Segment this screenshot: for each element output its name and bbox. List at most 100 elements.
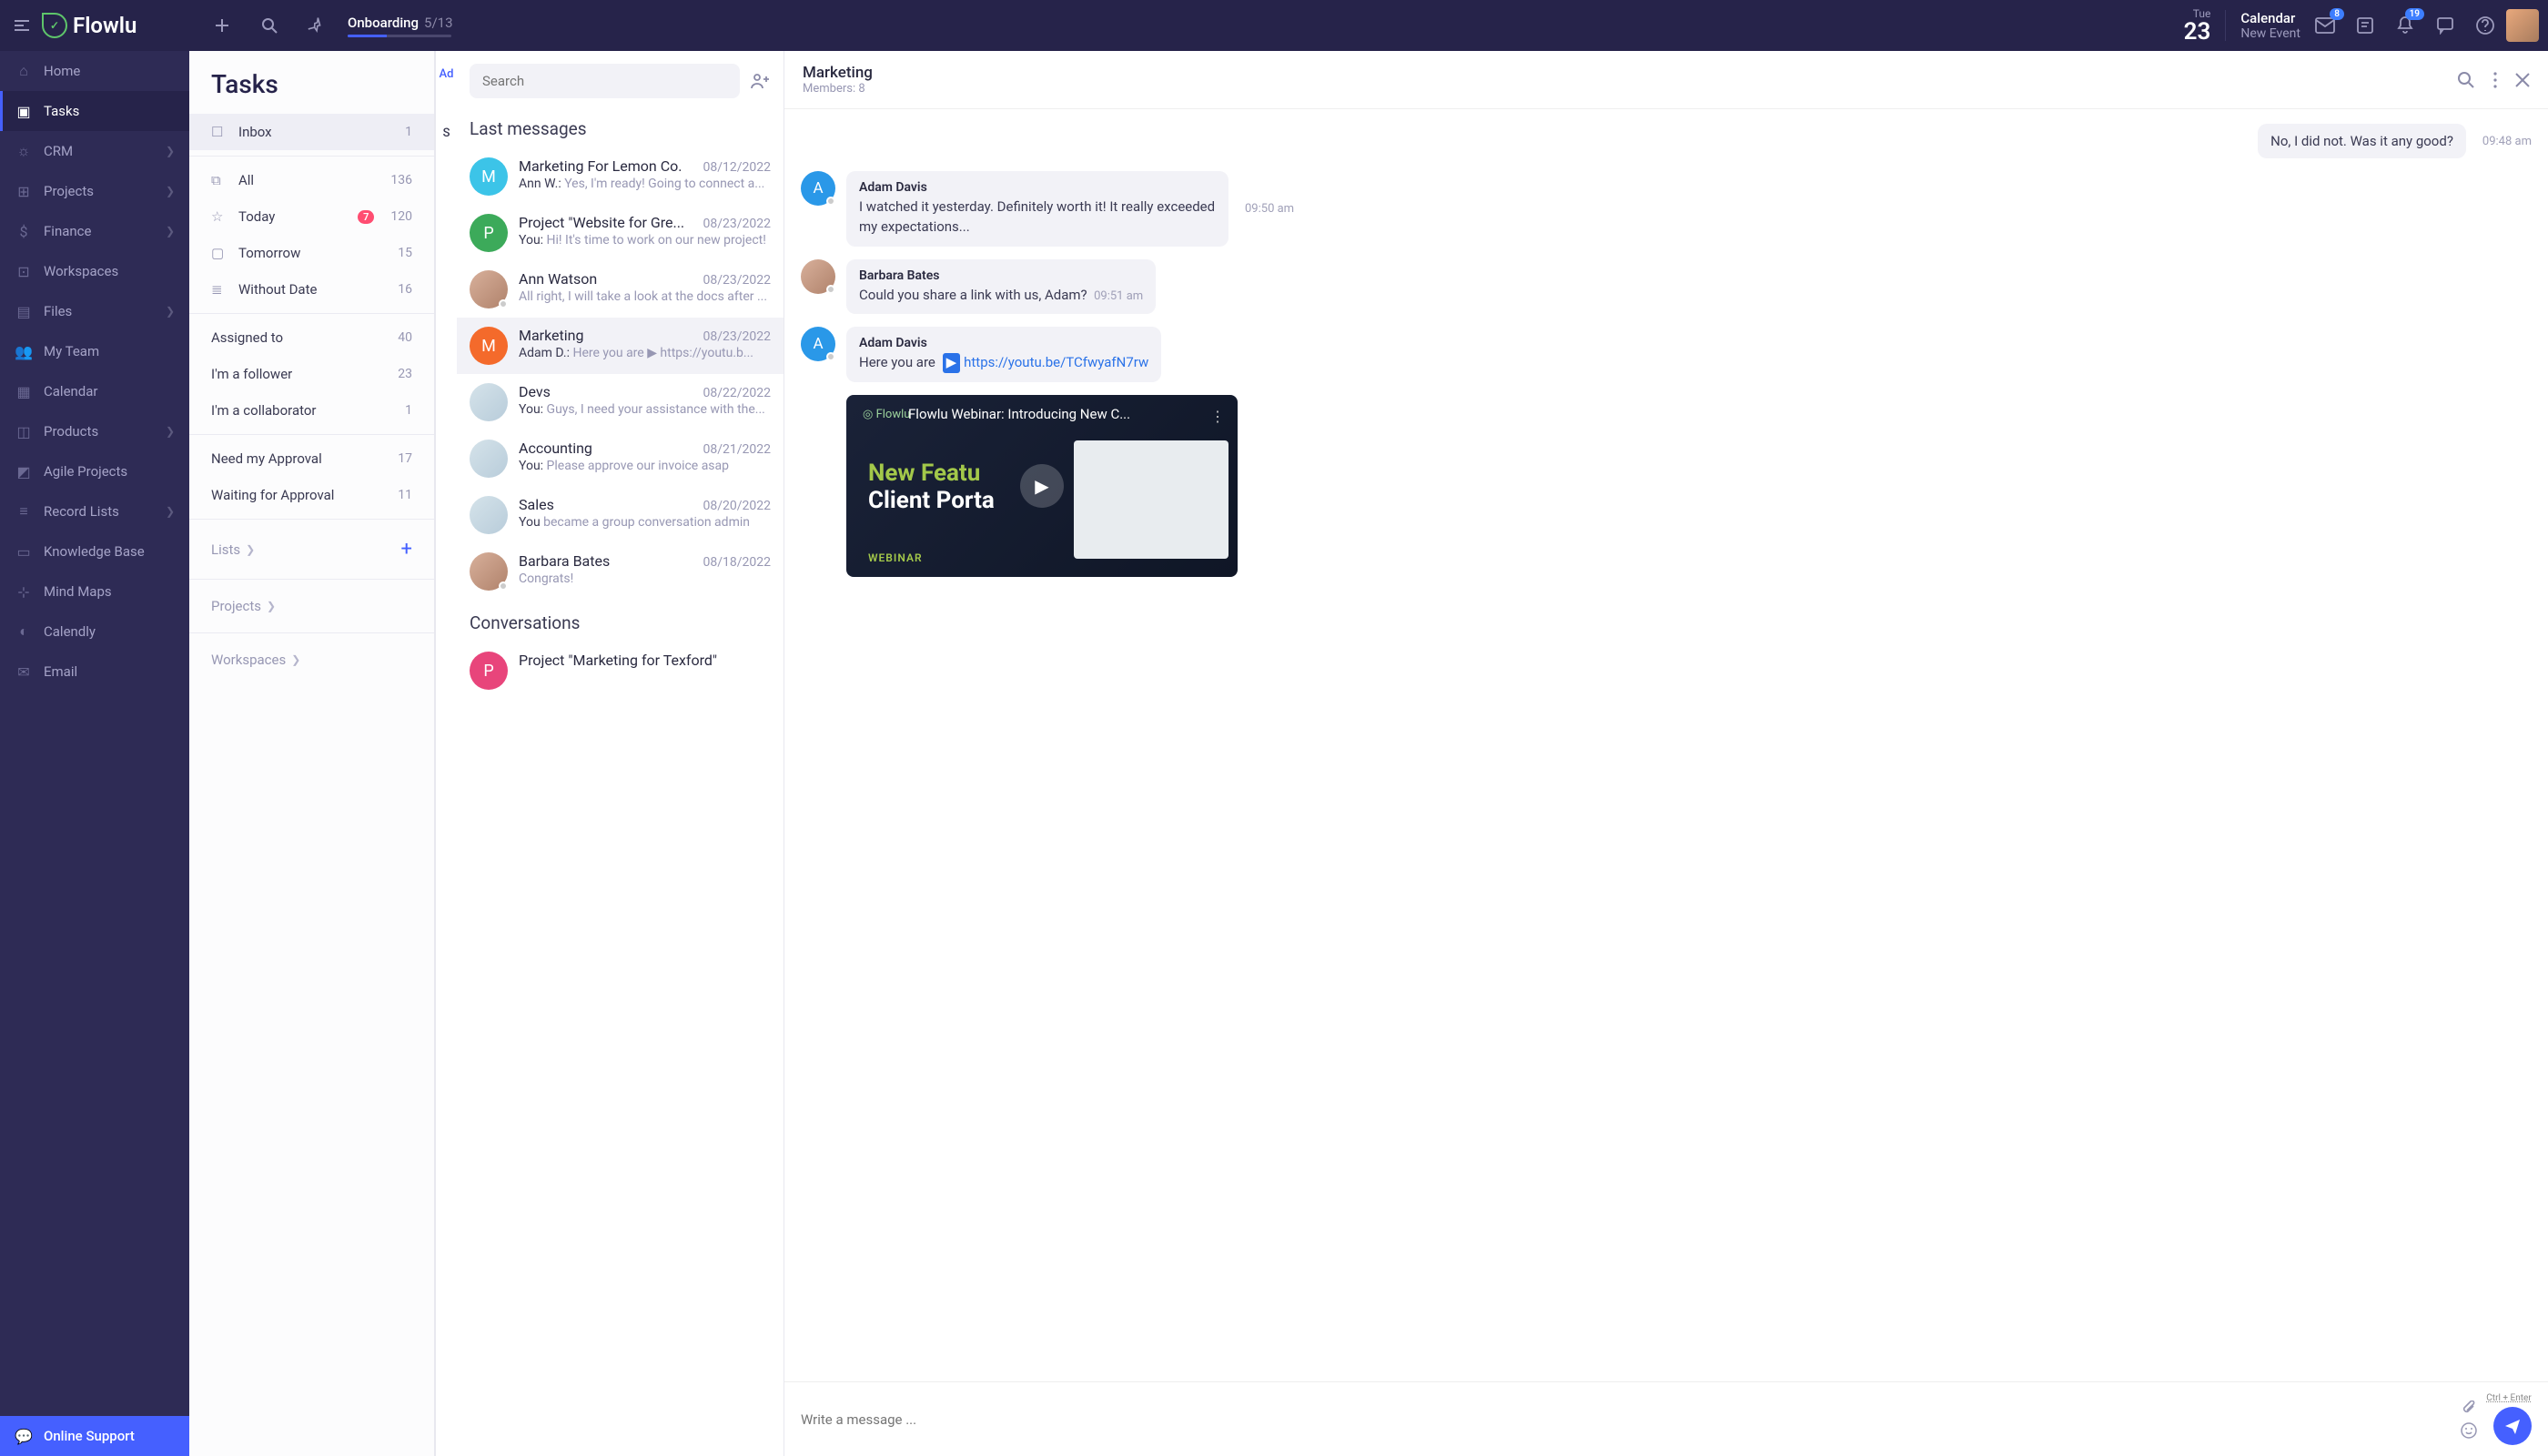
nav-item-calendar[interactable]: ▦Calendar <box>0 371 189 411</box>
task-filter-waiting-for-approval[interactable]: Waiting for Approval11 <box>189 477 434 513</box>
nav-label: My Team <box>44 343 99 359</box>
message-item[interactable]: MMarketing For Lemon Co.08/12/2022Ann W.… <box>457 148 784 205</box>
menu-toggle[interactable] <box>9 20 35 31</box>
message-time: 09:50 am <box>1245 202 1294 216</box>
task-row-label: Assigned to <box>211 329 283 346</box>
chat-message: AAdam DavisHere you are ▶https://youtu.b… <box>801 327 2532 382</box>
nav-icon: ▤ <box>15 302 33 320</box>
chat-more-icon[interactable] <box>2493 72 2497 88</box>
task-filter-without-date[interactable]: ≣Without Date16 <box>189 271 434 308</box>
play-icon[interactable]: ▶ <box>1020 464 1064 508</box>
message-date: 08/23/2022 <box>703 329 772 344</box>
onboarding-progress[interactable]: Onboarding 5/13 <box>348 15 453 37</box>
chevron-right-icon: ❯ <box>166 145 175 157</box>
messages-search-input[interactable] <box>470 64 740 98</box>
notes-icon[interactable] <box>2353 14 2377 37</box>
task-row-label: Without Date <box>238 281 317 298</box>
task-filter-tomorrow[interactable]: ▢Tomorrow15 <box>189 235 434 271</box>
message-name: Barbara Bates <box>519 552 610 570</box>
avatar: P <box>470 214 508 252</box>
message-date: 08/23/2022 <box>703 217 772 231</box>
video-more-icon[interactable]: ⋮ <box>1210 408 1225 425</box>
message-link[interactable]: https://youtu.be/TCfwyafN7rw <box>964 354 1148 370</box>
message-sender: Adam Davis <box>859 336 1148 350</box>
add-list-icon[interactable]: + <box>401 538 412 561</box>
task-row-icon: ☐ <box>211 124 228 140</box>
chat-body[interactable]: No, I did not. Was it any good?09:48 amA… <box>784 109 2548 1381</box>
tasks-title: Tasks <box>189 51 434 114</box>
bell-icon[interactable]: 19 <box>2393 14 2417 37</box>
message-date: 08/20/2022 <box>703 499 772 513</box>
nav-item-my-team[interactable]: 👥My Team <box>0 331 189 371</box>
nav-item-workspaces[interactable]: ⊡Workspaces <box>0 251 189 291</box>
avatar: A <box>801 171 835 206</box>
brand-logo[interactable]: ✓ Flowlu <box>42 13 136 38</box>
calendar-button[interactable]: Calendar New Event <box>2225 10 2300 41</box>
attach-icon[interactable] <box>2462 1400 2476 1417</box>
date-display[interactable]: Tue 23 <box>2184 7 2211 44</box>
nav-item-knowledge-base[interactable]: ▭Knowledge Base <box>0 531 189 571</box>
nav-item-mind-maps[interactable]: ⊹Mind Maps <box>0 571 189 612</box>
user-avatar[interactable] <box>2506 9 2539 42</box>
overflow-add[interactable]: Ad <box>440 67 454 81</box>
support-icon: 💬 <box>15 1427 33 1445</box>
task-filter-need-my-approval[interactable]: Need my Approval17 <box>189 440 434 477</box>
help-icon[interactable] <box>2473 14 2497 37</box>
video-preview[interactable]: ◎ FlowluFlowlu Webinar: Introducing New … <box>846 395 1238 577</box>
message-item[interactable]: PProject "Website for Gre...08/23/2022Yo… <box>457 205 784 261</box>
conversation-item[interactable]: PProject "Marketing for Texford" <box>457 642 784 699</box>
nav-item-home[interactable]: ⌂Home <box>0 51 189 91</box>
message-date: 08/22/2022 <box>703 386 772 400</box>
nav-item-calendly[interactable]: ◐Calendly <box>0 612 189 652</box>
task-badge: 7 <box>358 210 374 224</box>
avatar <box>470 440 508 478</box>
nav-item-projects[interactable]: ⊞Projects❯ <box>0 171 189 211</box>
message-date: 08/23/2022 <box>703 273 772 288</box>
video-tag: WEBINAR <box>868 551 923 564</box>
task-filter-inbox[interactable]: ☐Inbox1 <box>189 114 434 150</box>
task-section-projects[interactable]: Projects❯ <box>189 585 434 627</box>
nav-item-tasks[interactable]: ▣Tasks <box>0 91 189 131</box>
message-bubble: Adam DavisHere you are ▶https://youtu.be… <box>846 327 1161 382</box>
task-section-workspaces[interactable]: Workspaces❯ <box>189 639 434 681</box>
nav-item-finance[interactable]: $Finance❯ <box>0 211 189 251</box>
task-filter-i-m-a-collaborator[interactable]: I'm a collaborator1 <box>189 392 434 429</box>
task-filter-all[interactable]: ⧉All136 <box>189 162 434 198</box>
brand-name: Flowlu <box>73 13 136 38</box>
search-icon[interactable] <box>257 13 282 38</box>
message-item[interactable]: Barbara Bates08/18/2022Congrats! <box>457 543 784 600</box>
nav-item-files[interactable]: ▤Files❯ <box>0 291 189 331</box>
task-filter-i-m-a-follower[interactable]: I'm a follower23 <box>189 356 434 392</box>
task-section-lists[interactable]: Lists❯+ <box>189 525 434 573</box>
nav-item-crm[interactable]: ☼CRM❯ <box>0 131 189 171</box>
message-item[interactable]: Sales08/20/2022You became a group conver… <box>457 487 784 543</box>
message-item[interactable]: Devs08/22/2022You: Guys, I need your ass… <box>457 374 784 430</box>
chat-search-icon[interactable] <box>2457 71 2475 89</box>
chat-global-icon[interactable] <box>2433 14 2457 37</box>
add-people-icon[interactable] <box>749 73 771 89</box>
nav-icon: ▣ <box>15 102 33 120</box>
message-item[interactable]: Ann Watson08/23/2022All right, I will ta… <box>457 261 784 318</box>
emoji-icon[interactable] <box>2461 1422 2477 1439</box>
inbox-icon[interactable]: 8 <box>2313 14 2337 37</box>
nav-item-record-lists[interactable]: ≡Record Lists❯ <box>0 491 189 531</box>
nav-item-email[interactable]: ✉Email <box>0 652 189 692</box>
messages-panel: Last messages MMarketing For Lemon Co.08… <box>457 51 784 1456</box>
task-count: 1 <box>405 403 412 418</box>
message-item[interactable]: Accounting08/21/2022You: Please approve … <box>457 430 784 487</box>
message-item[interactable]: MMarketing08/23/2022Adam D.: Here you ar… <box>457 318 784 374</box>
task-filter-assigned-to[interactable]: Assigned to40 <box>189 319 434 356</box>
send-button[interactable] <box>2493 1407 2532 1445</box>
add-icon[interactable] <box>209 13 235 38</box>
nav-item-agile-projects[interactable]: ◩Agile Projects <box>0 451 189 491</box>
online-support-button[interactable]: 💬Online Support <box>0 1416 189 1456</box>
section-label: Lists <box>211 541 240 558</box>
nav-icon: ▭ <box>15 542 33 561</box>
pin-icon[interactable] <box>304 13 329 38</box>
chat-close-icon[interactable] <box>2515 73 2530 87</box>
message-composer: Ctrl + Enter <box>784 1381 2548 1456</box>
nav-item-products[interactable]: ◫Products❯ <box>0 411 189 451</box>
nav-icon: ▦ <box>15 382 33 400</box>
task-filter-today[interactable]: ☆Today7120 <box>189 198 434 235</box>
message-input[interactable] <box>801 1411 2452 1428</box>
